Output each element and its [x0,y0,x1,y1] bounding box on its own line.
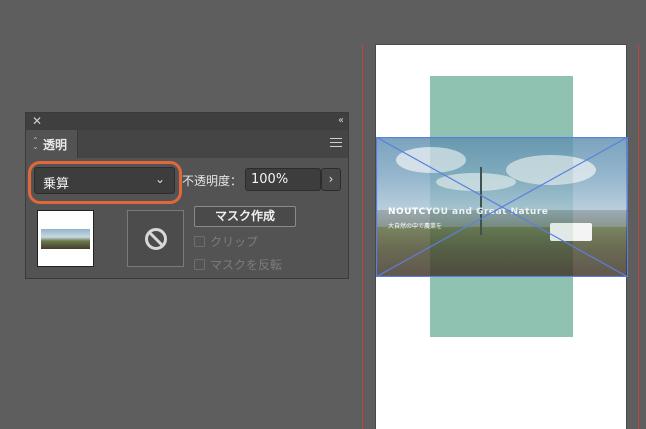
tab-expand-icon[interactable]: ⌃ ⌄ [32,137,39,151]
artwork-thumbnail[interactable] [37,210,94,267]
clip-label: クリップ [210,235,259,249]
bleed-guide-right [638,45,639,429]
thumbnail-image [41,229,90,249]
mask-thumbnail[interactable] [127,210,184,267]
hamburger-menu-icon[interactable] [330,138,342,148]
no-symbol-icon [145,228,167,250]
opacity-slider-button[interactable]: › [321,168,341,191]
make-mask-button[interactable]: マスク作成 [194,206,296,227]
panel-titlebar[interactable]: ✕ ‹‹ [26,113,348,130]
opacity-value: 100% [251,172,289,187]
opacity-input[interactable]: 100% [245,168,321,191]
opacity-label: 不透明度： [182,174,243,188]
invert-mask-checkbox[interactable] [194,259,205,270]
highlight-annotation [28,161,182,204]
bleed-guide-left [362,45,363,429]
close-icon[interactable]: ✕ [32,114,42,128]
clip-checkbox[interactable] [194,236,205,247]
tab-label: 透明 [43,138,68,152]
tab-transparency[interactable]: ⌃ ⌄ 透明 [26,130,78,158]
collapse-icon[interactable]: ‹‹ [338,115,344,127]
selection-bounding-box[interactable] [376,137,628,277]
panel-tabbar: ⌃ ⌄ 透明 [26,130,348,158]
invert-mask-label: マスクを反転 [210,258,283,272]
